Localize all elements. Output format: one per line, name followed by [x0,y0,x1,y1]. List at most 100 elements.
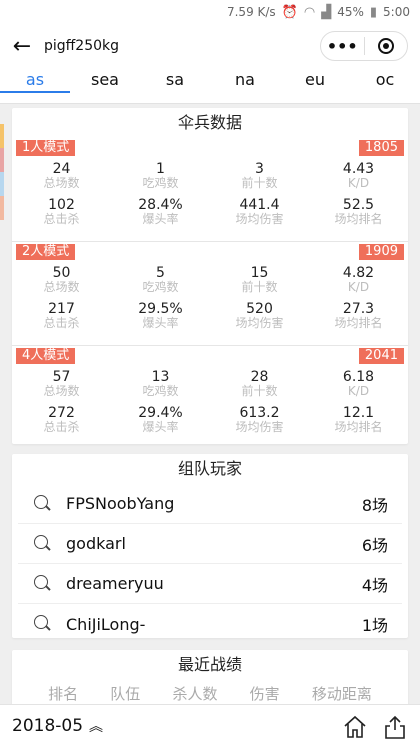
tab-na[interactable]: na [210,68,280,103]
recent-matches-card: 最近战绩 排名 队伍 杀人数 伤害 移动距离 [12,650,408,710]
side-color-tags [0,124,4,220]
card-title: 组队玩家 [177,459,242,478]
stat-avg-rank: 27.3 场均排名 [309,302,408,330]
stat-label: 总击杀 [43,316,80,330]
stat-value: 13 [151,369,170,385]
player-name: ChiJiLong- [66,614,146,634]
stat-avg-rank: 52.5 场均排名 [309,198,408,226]
stat-value: 5 [156,265,165,281]
stat-row: 24 总场数 1 吃鸡数 3 前十数 4.43 K/D [12,162,408,190]
stat-label: 前十数 [241,384,278,398]
stat-value: 217 [48,301,75,317]
infantry-stats-card: 伞兵数据 1人模式 1805 24 总场数 1 吃鸡数 3 前十数 4.43 K/D 1… [12,108,408,444]
navigation-bar: ← pigff250kg ••• [0,24,420,68]
date-selector[interactable]: 2018-05 [12,716,83,736]
stat-label: 场均排名 [334,316,383,330]
stat-kd: 4.82 K/D [309,266,408,294]
stat-label: 总场数 [43,176,80,190]
match-count: 4场 [361,575,388,595]
stat-top10: 15 前十数 [210,266,309,294]
mode-badge: 4人模式 [16,348,76,364]
stat-total-kills: 102 总击杀 [12,198,111,226]
stat-wins: 5 吃鸡数 [111,266,210,294]
stat-avg-rank: 12.1 场均排名 [309,406,408,434]
stat-label: 吃鸡数 [142,280,179,294]
tab-as[interactable]: as [0,68,70,103]
battery-level: 45% [337,5,364,19]
side-tag [0,148,4,172]
stat-row: 217 总击杀 29.5% 爆头率 520 场均伤害 27.3 场均排名 [12,302,408,330]
stat-label: 场均排名 [334,212,383,226]
stat-value: 28 [250,369,269,385]
home-icon[interactable] [342,714,368,740]
stat-value: 4.43 [342,161,375,177]
side-tag [0,124,4,148]
mode-duo-section: 2人模式 1909 50 总场数 5 吃鸡数 15 前十数 4.82 K/D 217 总击… [12,242,408,346]
stat-wins: 13 吃鸡数 [111,370,210,398]
tab-oc[interactable]: oc [350,68,420,103]
list-item[interactable]: FPSNoobYang 8场 [18,484,402,524]
stat-value: 4.82 [342,265,375,281]
double-chevron-up-icon[interactable]: ︽ [89,716,103,736]
stat-label: 总击杀 [43,212,80,226]
stat-value: 6.18 [342,369,375,385]
list-item[interactable]: dreameryuu 4场 [18,564,402,604]
stat-total-matches: 50 总场数 [12,266,111,294]
stat-label: 前十数 [241,176,278,190]
stat-total-kills: 217 总击杀 [12,302,111,330]
stat-label: 爆头率 [142,316,179,330]
target-icon [377,38,394,54]
stat-headshot-rate: 29.5% 爆头率 [111,302,210,330]
alarm-icon: ⏰ [281,4,298,20]
battery-icon: ▮ [369,4,378,20]
list-item[interactable]: godkarl 6场 [18,524,402,564]
tab-eu[interactable]: eu [280,68,350,103]
stat-value: 613.2 [239,405,280,421]
player-name: FPSNoobYang [66,494,175,513]
stat-value: 29.5% [138,301,183,317]
more-icon[interactable]: ••• [321,32,364,60]
stat-row: 57 总场数 13 吃鸡数 28 前十数 6.18 K/D [12,370,408,398]
mode-badge: 2人模式 [16,244,76,260]
search-icon [28,529,58,559]
stat-top10: 28 前十数 [210,370,309,398]
back-arrow-icon[interactable]: ← [0,24,44,68]
stat-value: 272 [48,405,75,421]
stat-value: 24 [52,161,71,177]
stat-headshot-rate: 29.4% 爆头率 [111,406,210,434]
stat-wins: 1 吃鸡数 [111,162,210,190]
list-item[interactable]: ChiJiLong- 1场 [18,604,402,644]
side-tag [0,196,4,220]
stat-value: 28.4% [138,197,183,213]
mode-solo-section: 1人模式 1805 24 总场数 1 吃鸡数 3 前十数 4.43 K/D 102 总击杀… [12,138,408,242]
team-players-card: 组队玩家 FPSNoobYang 8场 godkarl 6场 dreameryu… [12,454,408,638]
search-icon [28,569,58,599]
close-target-button[interactable] [365,32,408,60]
share-icon[interactable] [382,714,408,740]
tab-sea[interactable]: sea [70,68,140,103]
tab-sa[interactable]: sa [140,68,210,103]
stat-top10: 3 前十数 [210,162,309,190]
stat-label: 爆头率 [142,420,179,434]
bottom-bar: 2018-05 ︽ [0,704,420,747]
stat-label: K/D [347,384,370,398]
rating-badge: 1909 [358,244,404,260]
stat-avg-damage: 520 场均伤害 [210,302,309,330]
mode-badge: 1人模式 [16,140,76,156]
mode-squad-section: 4人模式 2041 57 总场数 13 吃鸡数 28 前十数 6.18 K/D 272 总… [12,346,408,450]
stat-total-matches: 24 总场数 [12,162,111,190]
wifi-icon: ◠ [303,4,316,20]
match-count: 1场 [361,616,388,635]
stat-avg-damage: 613.2 场均伤害 [210,406,309,434]
stat-total-kills: 272 总击杀 [12,406,111,434]
region-tabs: as sea sa na eu oc [0,68,420,104]
stat-value: 27.3 [342,301,375,317]
stat-value: 441.4 [239,197,280,213]
rating-badge: 1805 [358,140,404,156]
stat-label: 吃鸡数 [142,176,179,190]
stat-kd: 6.18 K/D [309,370,408,398]
stat-label: 场均伤害 [235,316,284,330]
stat-label: 场均排名 [334,420,383,434]
stat-value: 29.4% [138,405,183,421]
stat-label: 前十数 [241,280,278,294]
